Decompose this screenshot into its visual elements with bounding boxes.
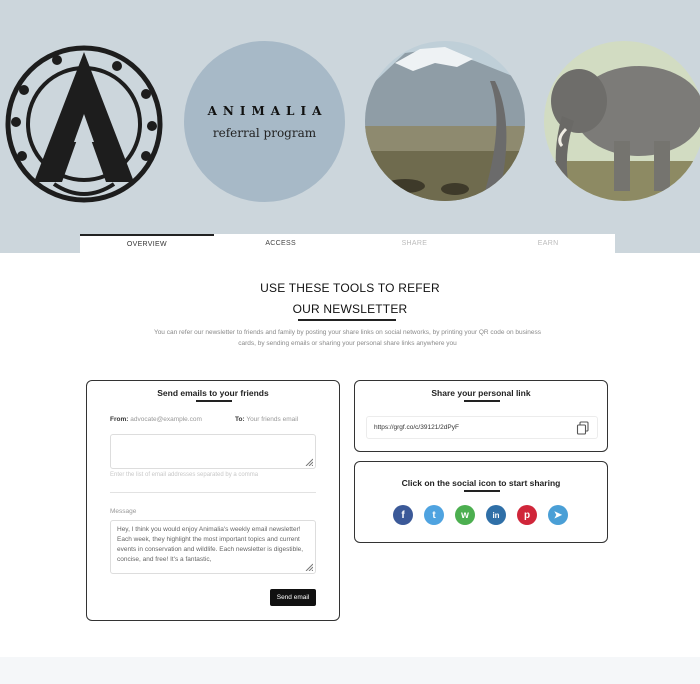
telegram-icon[interactable]: ➤ (548, 505, 568, 525)
hero-banner: ANIMALIA referral program (0, 0, 700, 253)
copy-icon[interactable] (576, 421, 590, 435)
from-field: From: advocate@example.com (110, 416, 202, 423)
title-underline (298, 319, 396, 321)
recipients-input[interactable] (110, 434, 316, 469)
resize-grip-icon[interactable] (305, 563, 313, 571)
brand-circle: ANIMALIA referral program (184, 41, 345, 202)
kilimanjaro-photo (365, 41, 525, 201)
tab-bar: OVERVIEW ACCESS SHARE EARN (80, 234, 615, 253)
share-link-title: Share your personal link (431, 388, 531, 398)
social-share-title: Click on the social icon to start sharin… (401, 478, 561, 488)
page: ANIMALIA referral program OVERVIEW ACCES… (0, 0, 700, 684)
brand-name: ANIMALIA (207, 103, 328, 118)
twitter-icon[interactable]: t (424, 505, 444, 525)
from-value: advocate@example.com (130, 416, 202, 423)
email-card-divider (110, 492, 316, 493)
tab-access[interactable]: ACCESS (214, 234, 348, 253)
send-emails-card: Send emails to your friends From: advoca… (86, 380, 340, 621)
share-link-card: Share your personal link https://grgf.co… (354, 380, 608, 452)
page-title: USE THESE TOOLS TO REFER OUR NEWSLETTER (0, 278, 700, 320)
from-label: From: (110, 416, 129, 423)
main-content: USE THESE TOOLS TO REFER OUR NEWSLETTER … (0, 253, 700, 657)
social-share-title-underline (464, 490, 500, 492)
social-icons: f t w in p ➤ (393, 505, 568, 525)
share-link-url[interactable]: https://grgf.co/c/39121/2dPyF (374, 417, 459, 438)
brand-subtitle: referral program (212, 125, 317, 140)
social-share-card: Click on the social icon to start sharin… (354, 461, 608, 543)
animalia-logo (5, 45, 163, 203)
send-emails-title: Send emails to your friends (157, 388, 269, 398)
tab-share[interactable]: SHARE (348, 234, 482, 253)
message-body: Hey, I think you would enjoy Animalia's … (117, 526, 304, 563)
resize-grip-icon[interactable] (305, 458, 313, 466)
share-link-field[interactable]: https://grgf.co/c/39121/2dPyF (366, 416, 598, 439)
send-email-button[interactable]: Send email (270, 589, 316, 606)
send-emails-title-underline (196, 400, 232, 402)
linkedin-icon[interactable]: in (486, 505, 506, 525)
elephant-photo (544, 41, 700, 201)
facebook-icon[interactable]: f (393, 505, 413, 525)
page-title-line2: OUR NEWSLETTER (292, 302, 408, 316)
to-label: To: (235, 416, 245, 423)
page-title-line1: USE THESE TOOLS TO REFER (260, 281, 440, 295)
footer (0, 657, 700, 684)
whatsapp-icon[interactable]: w (455, 505, 475, 525)
message-textarea[interactable]: Hey, I think you would enjoy Animalia's … (110, 520, 316, 574)
to-field: To: Your friends email (235, 416, 298, 423)
message-label: Message (110, 508, 137, 515)
tab-earn[interactable]: EARN (481, 234, 615, 253)
intro-text: You can refer our newsletter to friends … (153, 329, 542, 347)
to-placeholder: Your friends email (246, 416, 299, 423)
share-link-title-underline (464, 400, 500, 402)
recipients-hint: Enter the list of email addresses separa… (110, 472, 259, 478)
tab-overview[interactable]: OVERVIEW (80, 234, 214, 253)
pinterest-icon[interactable]: p (517, 505, 537, 525)
